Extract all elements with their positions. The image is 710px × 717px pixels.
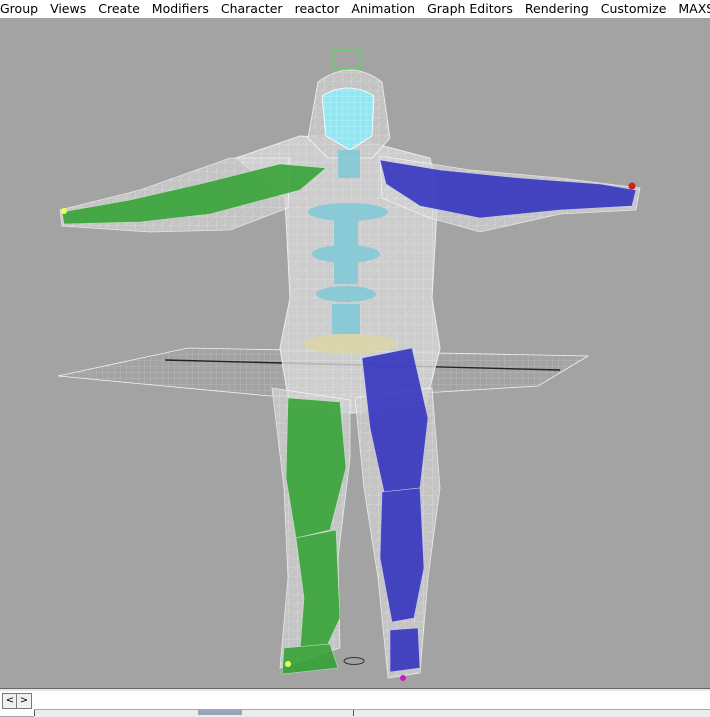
menu-character[interactable]: Character xyxy=(215,0,289,18)
track-tick xyxy=(353,710,354,716)
mesh-head[interactable] xyxy=(307,49,391,159)
left-foot-marker xyxy=(285,661,291,667)
menu-customize[interactable]: Customize xyxy=(595,0,673,18)
left-hand-marker xyxy=(61,208,67,214)
next-frame-button[interactable]: > xyxy=(16,693,32,709)
menu-modifiers[interactable]: Modifiers xyxy=(146,0,215,18)
time-slider-handle[interactable] xyxy=(198,710,242,715)
menu-create[interactable]: Create xyxy=(92,0,146,18)
menu-graph-editors[interactable]: Graph Editors xyxy=(421,0,519,18)
track-tick xyxy=(34,710,35,716)
menu-group[interactable]: Group xyxy=(0,0,44,18)
menu-rendering[interactable]: Rendering xyxy=(519,0,595,18)
menu-bar: Group Views Create Modifiers Character r… xyxy=(0,0,710,18)
time-slider-strip xyxy=(0,689,710,691)
menu-maxscript[interactable]: MAXScript xyxy=(672,0,710,18)
footstep-pivot xyxy=(343,657,365,665)
track-bar[interactable] xyxy=(34,709,710,717)
menu-reactor[interactable]: reactor xyxy=(289,0,346,18)
menu-animation[interactable]: Animation xyxy=(345,0,421,18)
menu-views[interactable]: Views xyxy=(44,0,92,18)
right-foot-marker xyxy=(400,675,406,681)
time-slider-bar: < > xyxy=(0,688,710,717)
right-hand-marker xyxy=(628,182,636,190)
perspective-viewport[interactable] xyxy=(0,18,710,688)
character-model xyxy=(57,49,641,681)
